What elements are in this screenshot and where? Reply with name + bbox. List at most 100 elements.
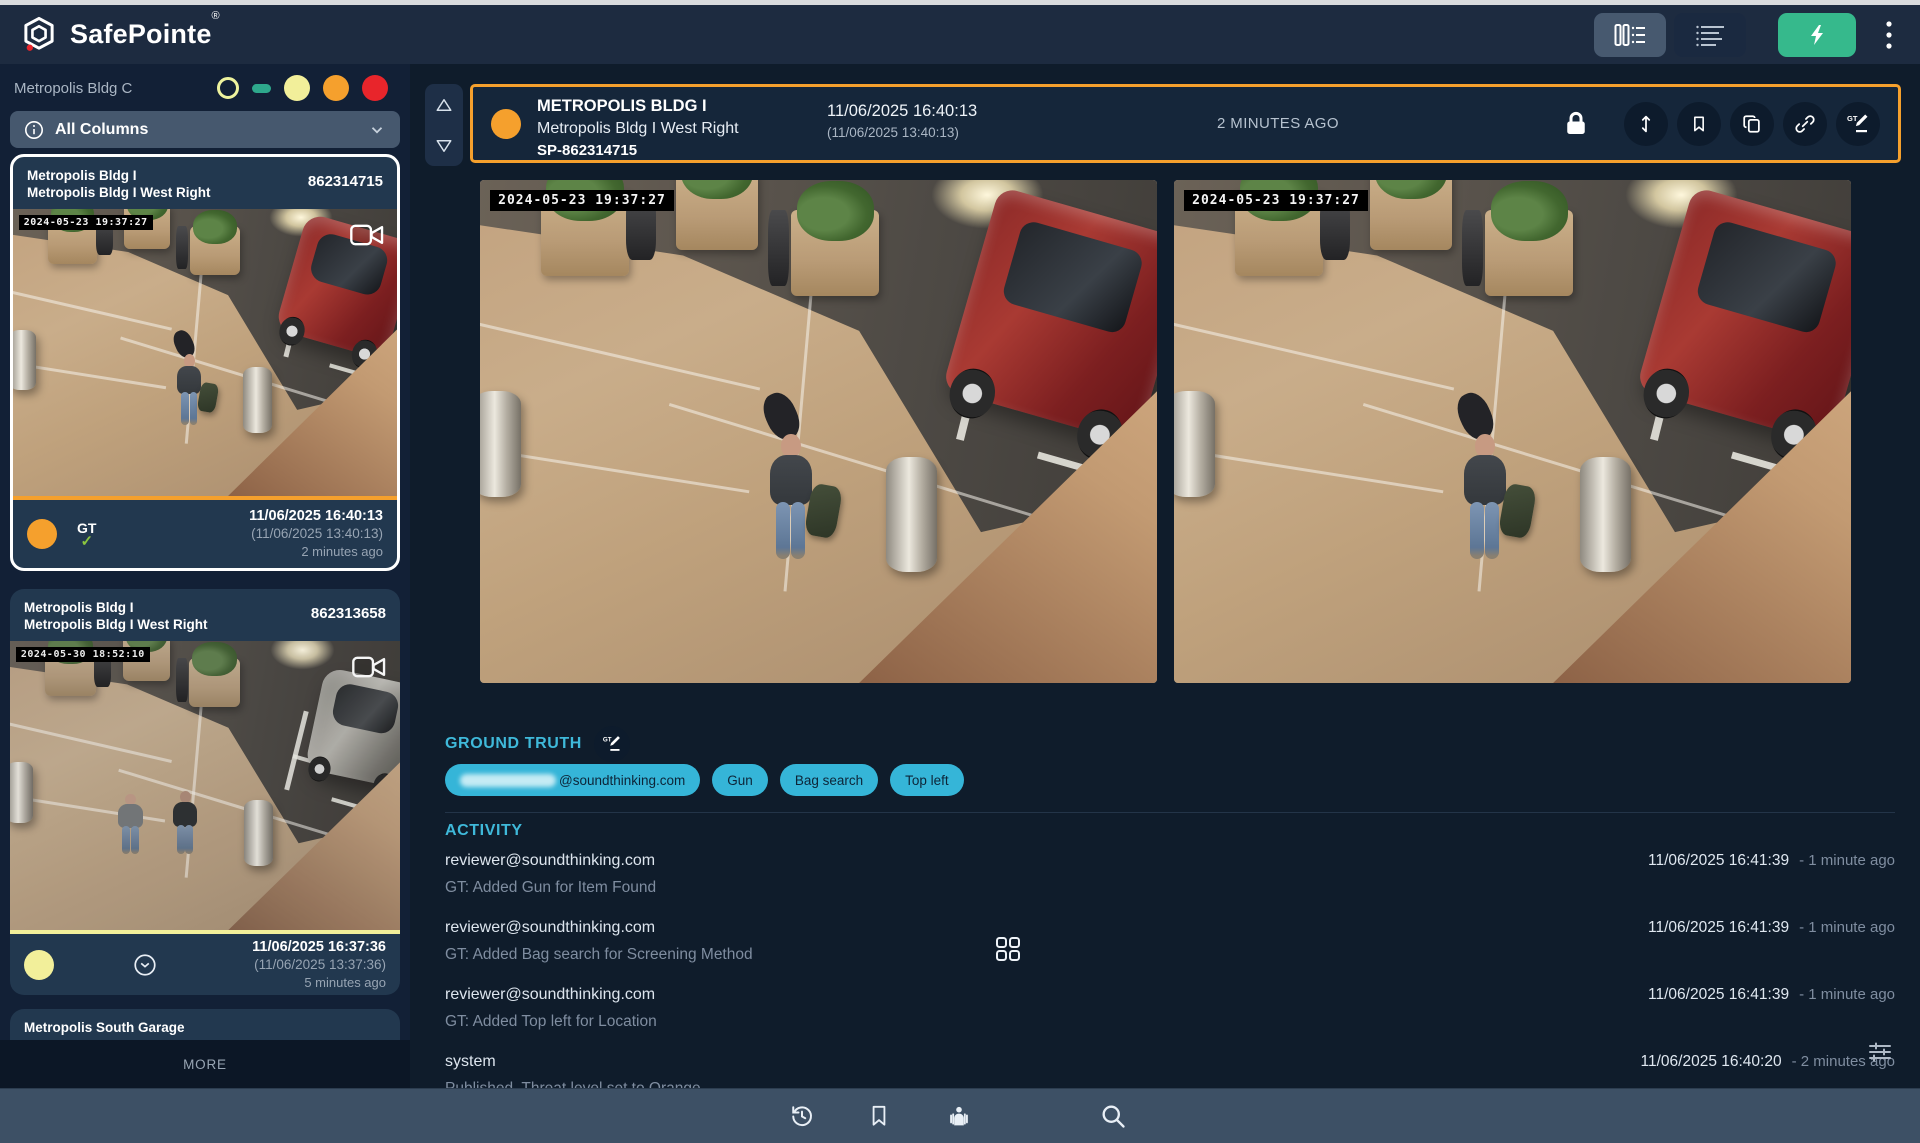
- activity-time: 11/06/2025 16:41:39 - 1 minute ago: [1648, 986, 1895, 1004]
- share-link-button[interactable]: [1783, 102, 1827, 146]
- threat-ring-icon[interactable]: [217, 77, 239, 99]
- sc-bin: [1462, 210, 1484, 285]
- event-thumbnail[interactable]: 2024-05-30 18:52:10: [10, 641, 400, 930]
- triangle-up-icon: [435, 97, 453, 113]
- event-card[interactable]: Metropolis Bldg I Metropolis Bldg I West…: [10, 589, 400, 995]
- tag-item-found[interactable]: Gun: [712, 764, 768, 796]
- event-nav-arrows: [425, 84, 463, 166]
- event-card-title: Metropolis Bldg I Metropolis Bldg I West…: [24, 599, 208, 633]
- ph-leg: [131, 826, 139, 854]
- sc-bollard: [244, 800, 273, 866]
- activity-ago: - 1 minute ago: [1799, 852, 1895, 869]
- ph-torso: [770, 455, 812, 505]
- ph-leg: [181, 392, 189, 425]
- activity-timestamp: 11/06/2025 16:41:39: [1648, 986, 1789, 1004]
- sc-person: [174, 341, 205, 433]
- sc-bin: [176, 226, 188, 269]
- ground-truth-edit-button[interactable]: GT: [1836, 102, 1880, 146]
- activity-section: ACTIVITY reviewer@soundthinking.com GT: …: [445, 822, 1895, 1108]
- copy-button[interactable]: [1730, 102, 1774, 146]
- scene-shape: [354, 658, 374, 676]
- ground-truth-edit-button[interactable]: GT: [594, 726, 630, 762]
- camera-image-right[interactable]: 2024-05-23 19:37:27: [1174, 180, 1851, 683]
- more-button[interactable]: MORE: [183, 1057, 227, 1072]
- event-card-times: 11/06/2025 16:40:13 (11/06/2025 13:40:13…: [249, 507, 383, 561]
- event-card-selected[interactable]: Metropolis Bldg I Metropolis Bldg I West…: [10, 154, 400, 571]
- more-bar: MORE: [0, 1040, 410, 1088]
- grid-icon: [995, 936, 1021, 962]
- overflow-menu-button[interactable]: [1876, 13, 1902, 57]
- gt-pencil-icon: GT: [602, 734, 622, 754]
- threat-dash-icon[interactable]: [252, 84, 271, 93]
- gt-check-icon: ✓: [80, 536, 93, 548]
- ph-torso: [118, 804, 142, 828]
- ground-truth-title: GROUND TRUTH: [445, 735, 582, 753]
- ph-torso: [1464, 455, 1506, 505]
- sc-joint: [480, 315, 761, 391]
- sc-plant: [192, 642, 237, 676]
- site-row: Metropolis Bldg C: [14, 74, 388, 102]
- column-list-view-button[interactable]: [1594, 13, 1666, 57]
- event-card-footer: 11/06/2025 16:37:36 (11/06/2025 13:37:36…: [10, 934, 400, 995]
- sc-stamp: 2024-05-23 19:37:27: [490, 190, 674, 211]
- chevron-down-icon: [368, 121, 386, 139]
- sc-person: [170, 780, 201, 861]
- threat-yellow-icon[interactable]: [284, 75, 310, 101]
- lock-icon: [1561, 109, 1591, 139]
- sliders-icon: [1868, 1042, 1892, 1062]
- activity-ago: - 1 minute ago: [1799, 986, 1895, 1003]
- window-edge: [0, 0, 1920, 5]
- threat-orange-icon[interactable]: [323, 75, 349, 101]
- event-card-camera: Metropolis Bldg I West Right: [24, 616, 208, 633]
- event-thumbnail[interactable]: 2024-05-23 19:37:27: [13, 209, 397, 496]
- event-time-primary: 11/06/2025 16:40:13: [249, 507, 383, 525]
- sc-person: [1458, 411, 1512, 572]
- bookmark-button[interactable]: [1677, 102, 1721, 146]
- ground-truth-badge: GT ✓: [77, 520, 96, 548]
- activity-filter-button[interactable]: [1868, 1042, 1892, 1067]
- bookmarks-button[interactable]: [866, 1103, 892, 1129]
- camera-image-left[interactable]: 2024-05-23 19:37:27: [480, 180, 1157, 683]
- widget-grid-button[interactable]: [995, 936, 1021, 967]
- tag-location[interactable]: Top left: [890, 764, 964, 796]
- event-card-camera: Metropolis Bldg I West Right: [27, 184, 211, 201]
- top-bar: SafePointe®: [0, 5, 1920, 64]
- header-time-secondary: (11/06/2025 13:40:13): [827, 125, 959, 140]
- sc-bollard: [243, 367, 272, 433]
- event-sidebar: Metropolis Bldg C All Columns Metrop: [0, 64, 410, 1088]
- lock-button[interactable]: [1561, 109, 1591, 139]
- resize-button[interactable]: [1624, 102, 1668, 146]
- ph-leg: [190, 392, 198, 425]
- ph-leg: [122, 826, 130, 854]
- tag-screening-method[interactable]: Bag search: [780, 764, 878, 796]
- sc-plant: [1375, 180, 1447, 199]
- event-time-secondary: (11/06/2025 13:40:13): [249, 525, 383, 543]
- all-columns-dropdown[interactable]: All Columns: [10, 111, 400, 148]
- ph-pack: [1452, 388, 1500, 445]
- reporter-tag[interactable]: @soundthinking.com: [445, 764, 700, 796]
- search-button[interactable]: [1099, 1102, 1127, 1130]
- sc-bin: [768, 210, 790, 285]
- threat-status-yellow-icon: [24, 950, 54, 980]
- activity-divider: [445, 812, 1895, 813]
- threat-status-orange-icon: [27, 519, 57, 549]
- publish-lightning-button[interactable]: [1778, 13, 1856, 57]
- header-building: METROPOLIS BLDG I: [537, 97, 707, 116]
- topbar-actions: [1594, 13, 1902, 57]
- sc-car-top: [1001, 220, 1145, 336]
- body-scan-button[interactable]: [945, 1102, 973, 1130]
- previous-event-button[interactable]: [425, 84, 463, 125]
- sc-planter: [1370, 180, 1451, 250]
- list-view-button[interactable]: [1674, 13, 1746, 57]
- event-card-title: Metropolis Bldg I Metropolis Bldg I West…: [27, 167, 211, 201]
- next-event-button[interactable]: [425, 125, 463, 166]
- threat-red-icon[interactable]: [362, 75, 388, 101]
- registered-mark: ®: [212, 10, 220, 22]
- person-scan-icon: [945, 1102, 973, 1130]
- event-card-id: 862314715: [308, 167, 383, 201]
- history-button[interactable]: [788, 1102, 816, 1130]
- camera-scene: 2024-05-23 19:37:27: [13, 209, 397, 496]
- header-camera: Metropolis Bldg I West Right: [537, 120, 739, 138]
- camera-scene: 2024-05-23 19:37:27: [1174, 180, 1851, 683]
- svg-text:GT: GT: [603, 737, 612, 744]
